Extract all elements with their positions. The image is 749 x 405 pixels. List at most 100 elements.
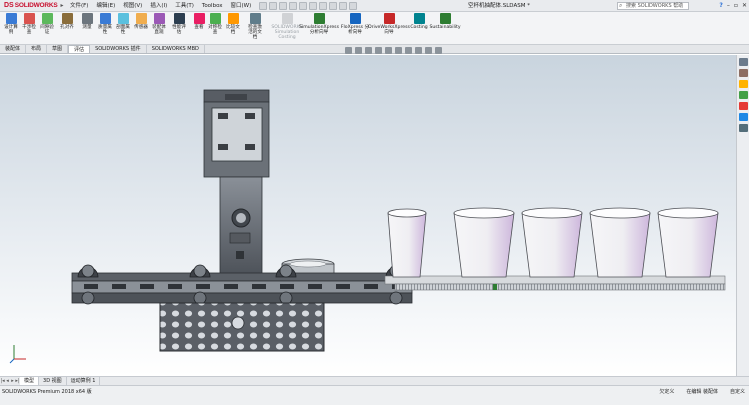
- zoom-area-icon[interactable]: [355, 46, 362, 54]
- ribbon-button-label: 比较文档: [226, 25, 240, 35]
- ribbon-button-16[interactable]: FloXpress 分析向导: [340, 13, 370, 44]
- options-icon[interactable]: [349, 1, 358, 10]
- cup-2[interactable]: [453, 207, 515, 278]
- model-view[interactable]: [0, 55, 736, 376]
- ribbon-button-6[interactable]: 剖面属性: [114, 13, 132, 44]
- menu-tools[interactable]: 工具(T): [171, 0, 198, 12]
- ribbon-button-icon: [23, 13, 35, 24]
- upper-bracket[interactable]: [203, 89, 270, 178]
- custom-properties-icon[interactable]: [738, 113, 748, 121]
- gear-rack[interactable]: [384, 275, 726, 291]
- ribbon-button-11[interactable]: 对称检查: [206, 13, 224, 44]
- undo-icon[interactable]: [309, 1, 318, 10]
- ribbon-button-13[interactable]: 检查激活的文档: [246, 13, 264, 44]
- file-properties-icon[interactable]: [339, 1, 348, 10]
- title-bar: DS SOLIDWORKS ▸ 文件(F) 编辑(E) 视图(V) 插入(I) …: [0, 0, 749, 12]
- ribbon-button-label: 剖面属性: [116, 25, 130, 35]
- menu-view[interactable]: 视图(V): [119, 0, 146, 12]
- ribbon-button-0[interactable]: 设计算例: [2, 13, 20, 44]
- search-input[interactable]: ⌕ 搜索 SOLIDWORKS 帮助: [617, 2, 689, 10]
- ribbon-button-label: Costing: [410, 25, 428, 30]
- tab-2[interactable]: 草图: [47, 45, 69, 53]
- close-icon[interactable]: ✕: [742, 0, 747, 12]
- restore-icon[interactable]: ▫: [734, 0, 738, 12]
- conveyor-rail[interactable]: [71, 272, 413, 304]
- ribbon-button-2[interactable]: 间隙验证: [38, 13, 56, 44]
- open-icon[interactable]: [279, 1, 288, 10]
- ribbon-button-label: 性能评估: [172, 25, 186, 35]
- ribbon-button-8[interactable]: 装配体直观: [150, 13, 168, 44]
- menu-edit[interactable]: 编辑(E): [92, 0, 119, 12]
- status-right: 欠定义 在编辑 装配体 自定义: [659, 388, 745, 395]
- ribbon-button-1[interactable]: 干涉检查: [20, 13, 38, 44]
- cup-row[interactable]: [387, 207, 719, 278]
- view-palette-icon[interactable]: [738, 91, 748, 99]
- ribbon-button-19[interactable]: Sustainability: [429, 13, 461, 44]
- new-document-icon[interactable]: [269, 1, 278, 10]
- file-explorer-icon[interactable]: [738, 80, 748, 88]
- edit-appearance-icon[interactable]: [415, 46, 422, 54]
- ribbon-button-3[interactable]: 孔对齐: [58, 13, 76, 44]
- graphics-area[interactable]: [0, 55, 736, 376]
- solidworks-forum-icon[interactable]: [738, 124, 748, 132]
- ribbon-button-label: 对称检查: [208, 25, 222, 35]
- tab-3d-views[interactable]: 3D 视图: [39, 377, 67, 385]
- ribbon-button-icon: [439, 13, 451, 24]
- solidworks-logo[interactable]: DS SOLIDWORKS ▸: [0, 2, 66, 9]
- apply-scene-icon[interactable]: [425, 46, 432, 54]
- view-orientation-icon[interactable]: [385, 46, 392, 54]
- tab-motion-study[interactable]: 运动算例 1: [67, 377, 101, 385]
- logo-dropdown-icon[interactable]: ▸: [61, 2, 64, 9]
- cup-1[interactable]: [387, 208, 427, 278]
- cup-4[interactable]: [589, 207, 651, 278]
- section-view-icon[interactable]: [375, 46, 382, 54]
- menu-file[interactable]: 文件(F): [66, 0, 92, 12]
- ribbon-button-15[interactable]: SimulationXpress 分析向导: [299, 13, 339, 44]
- cup-3[interactable]: [521, 207, 583, 278]
- heads-up-view-toolbar: [345, 46, 442, 54]
- ribbon-button-icon: [5, 13, 17, 24]
- ribbon-button-label: 孔对齐: [60, 25, 74, 30]
- tab-1[interactable]: 布局: [26, 45, 48, 53]
- ribbon-button-14[interactable]: SOLIDWORKS Simulation Costing: [271, 13, 303, 44]
- solidworks-logo-text: SOLIDWORKS: [14, 2, 58, 9]
- ribbon-button-9[interactable]: 性能评估: [170, 13, 188, 44]
- menu-bar: 文件(F) 编辑(E) 视图(V) 插入(I) 工具(T) Toolbox 窗口…: [66, 0, 255, 12]
- ribbon-button-12[interactable]: 比较文档: [224, 13, 242, 44]
- ribbon-button-7[interactable]: 传感器: [132, 13, 150, 44]
- ribbon-button-label: 查看: [194, 25, 204, 30]
- task-pane: [736, 55, 749, 376]
- view-settings-icon[interactable]: [435, 46, 442, 54]
- display-style-icon[interactable]: [395, 46, 402, 54]
- menu-insert[interactable]: 插入(I): [146, 0, 171, 12]
- ribbon-button-4[interactable]: 测量: [78, 13, 96, 44]
- solidworks-resources-icon[interactable]: [738, 58, 748, 66]
- minimize-icon[interactable]: –: [727, 0, 730, 12]
- menu-window[interactable]: 窗口(W): [227, 0, 256, 12]
- perforated-base[interactable]: [159, 302, 325, 352]
- print-icon[interactable]: [299, 1, 308, 10]
- tab-0[interactable]: 装配体: [0, 45, 27, 53]
- ribbon-button-17[interactable]: DriveWorksXpress 向导: [368, 13, 410, 44]
- appearances-icon[interactable]: [738, 102, 748, 110]
- tab-3[interactable]: 评估: [68, 45, 91, 53]
- tab-model[interactable]: 模型: [20, 377, 40, 385]
- save-icon[interactable]: [289, 1, 298, 10]
- ribbon-button-5[interactable]: 质量属性: [96, 13, 114, 44]
- menu-toolbox[interactable]: Toolbox: [198, 0, 227, 12]
- home-icon[interactable]: [259, 1, 268, 10]
- previous-view-icon[interactable]: [365, 46, 372, 54]
- select-icon[interactable]: [319, 1, 328, 10]
- zoom-to-fit-icon[interactable]: [345, 46, 352, 54]
- status-units[interactable]: 自定义: [730, 388, 745, 395]
- hide-show-items-icon[interactable]: [405, 46, 412, 54]
- rebuild-icon[interactable]: [329, 1, 338, 10]
- vertical-column[interactable]: [219, 176, 263, 278]
- ribbon-button-label: 干涉检查: [22, 25, 36, 35]
- search-placeholder: 搜索 SOLIDWORKS 帮助: [626, 3, 684, 9]
- help-icon[interactable]: ?: [719, 0, 722, 12]
- design-library-icon[interactable]: [738, 69, 748, 77]
- tab-4[interactable]: SOLIDWORKS 插件: [90, 45, 147, 53]
- cup-5[interactable]: [657, 207, 719, 278]
- tab-5[interactable]: SOLIDWORKS MBD: [147, 45, 205, 53]
